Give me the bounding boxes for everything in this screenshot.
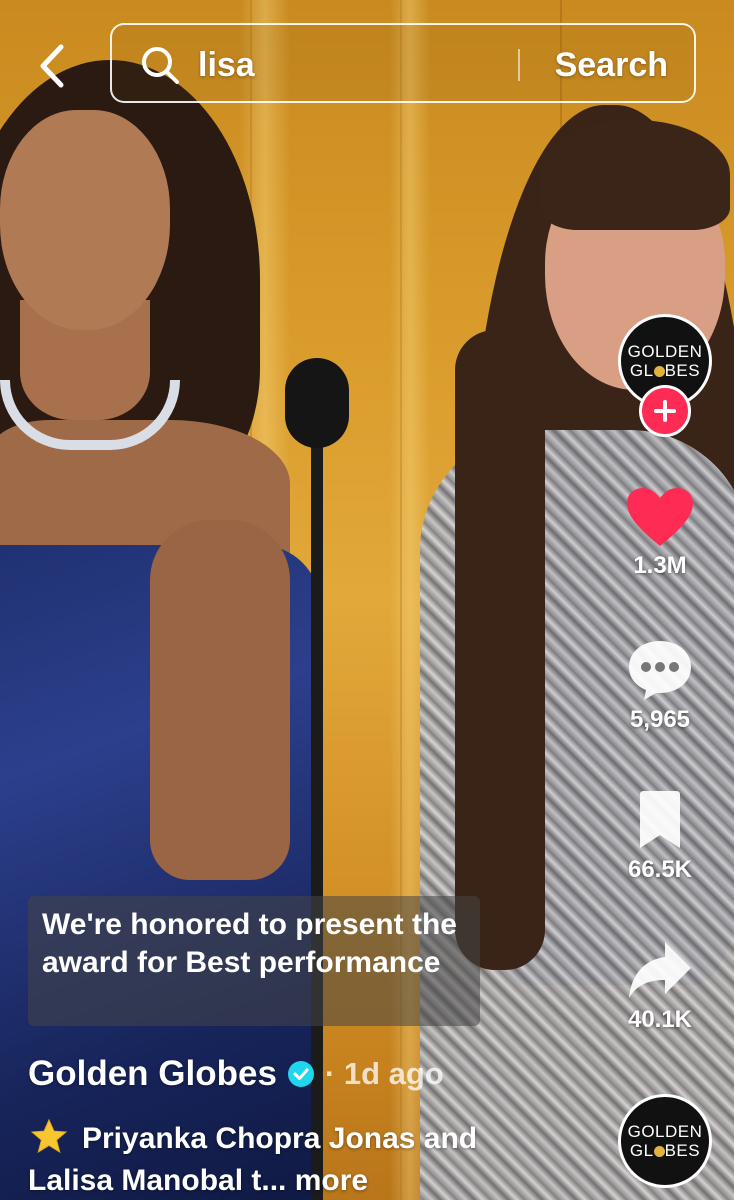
bookmark-count: 66.5K [627,856,693,883]
back-button[interactable] [30,38,74,94]
search-bar[interactable]: Search [110,23,696,103]
more-link[interactable]: more [295,1164,368,1197]
bookmark-icon [640,791,680,848]
avatar-line2: GL BES [630,1141,700,1160]
presenter-right-hair-front [455,330,545,970]
avatar-line2-a: GL [629,1141,654,1160]
heart-icon [627,488,693,546]
share-icon [629,942,691,998]
caption-text: We're honored to present the award for B… [42,908,457,979]
author-name[interactable]: Golden Globes [28,1054,277,1094]
back-chevron-icon [40,44,64,88]
search-icon [142,47,179,84]
globe-dot-icon [653,366,665,377]
star-icon [30,1118,68,1154]
video-description[interactable]: Priyanka Chopra Jonas and Lalisa Manobal… [28,1118,508,1200]
avatar-line1: GOLDEN [627,1122,703,1141]
follow-button[interactable] [639,385,691,437]
share-button[interactable]: 40.1K [610,940,710,1034]
search-input[interactable] [198,43,498,87]
verified-icon [287,1061,314,1087]
presenter-left-face [0,110,170,330]
video-player[interactable]: Search GOLDEN GL BES 1.3M 5,965 66.5K [0,0,734,1200]
like-button[interactable]: 1.3M [610,486,710,580]
comment-button[interactable]: 5,965 [610,638,710,734]
post-time: · 1d ago [324,1056,444,1091]
globe-dot-icon [653,1146,665,1157]
comment-icon [629,641,691,700]
bookmark-button[interactable]: 66.5K [610,790,710,884]
avatar-line2-a: GL [629,361,654,380]
presenter-right-bangs [540,120,730,230]
share-count: 40.1K [627,1006,693,1033]
presenter-left-arm [150,520,290,880]
search-divider [518,49,520,81]
caption-overlay: We're honored to present the award for B… [28,896,480,1026]
music-disc-avatar[interactable]: GOLDEN GL BES [618,1094,712,1188]
plus-icon [654,400,676,422]
author-row: Golden Globes · 1d ago [28,1050,444,1098]
avatar-line2-b: BES [664,1141,701,1160]
avatar-line1: GOLDEN [627,342,703,361]
avatar-line2: GL BES [630,361,700,380]
avatar-line2-b: BES [664,361,701,380]
search-button[interactable]: Search [555,43,668,87]
description-text: Priyanka Chopra Jonas and Lalisa Manobal… [28,1122,478,1197]
like-count: 1.3M [633,552,687,579]
microphone [285,358,349,448]
comment-count: 5,965 [629,706,691,733]
